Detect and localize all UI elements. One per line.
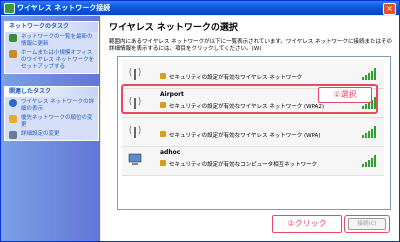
setup-wireless-network-link[interactable]: ホームまたは小規模オフィスのワイヤレス ネットワークをセットアップする (7, 50, 96, 71)
network-item[interactable]: セキュリティの設定が有効なワイヤレス ネットワーク (WPA) (122, 118, 384, 147)
wireless-antenna-icon (129, 125, 141, 138)
network-icon (4, 3, 15, 14)
connect-button[interactable]: 接続(C) (348, 218, 386, 230)
signal-strength-icon (362, 155, 376, 167)
task-label: ワイヤレス ネットワークの詳細の表示 (21, 99, 95, 112)
network-tasks-title: ネットワークのタスク (5, 22, 98, 32)
window-title: ワイヤレス ネットワーク接続 (17, 4, 111, 12)
network-tasks-panel: ネットワークのタスク ネットワークの一覧を最新の情報に更新 ホームまたは小規模オ… (4, 21, 99, 74)
wireless-antenna-icon (129, 67, 141, 80)
network-item-adhoc[interactable]: adhoc セキュリティの設定が有効なコンピュータ相互ネットワーク (122, 147, 384, 176)
related-tasks-title: 関連したタスク (5, 87, 98, 97)
show-wireless-details-link[interactable]: ワイヤレス ネットワークの詳細の表示 (7, 99, 96, 113)
star-icon (9, 115, 17, 123)
related-tasks-panel: 関連したタスク ワイヤレス ネットワークの詳細の表示 優先ネットワークの順位の変… (4, 86, 99, 141)
task-label: ネットワークの一覧を最新の情報に更新 (21, 34, 93, 47)
computer-icon (128, 153, 142, 165)
network-list[interactable]: セキュリティの設定が有効なワイヤレス ネットワーク Airport セキュリティ… (117, 56, 391, 210)
page-title: ワイヤレス ネットワークの選択 (109, 23, 238, 33)
click-annotation: ②クリック (272, 215, 342, 233)
connect-button-highlight: 接続(C) (344, 215, 390, 233)
select-annotation: ①選択 (318, 87, 372, 103)
network-security: セキュリティの設定が有効なコンピュータ相互ネットワーク (169, 162, 318, 168)
sidebar: ネットワークのタスク ネットワークの一覧を最新の情報に更新 ホームまたは小規模オ… (1, 16, 100, 241)
page-description: 範囲内にあるワイヤレス ネットワークが以下に一覧表示されています。ワイヤレス ネ… (109, 39, 392, 52)
network-name: adhoc (160, 149, 181, 156)
network-security: セキュリティの設定が有効なワイヤレス ネットワーク (169, 75, 303, 81)
task-label: 詳細設定の変更 (21, 131, 60, 137)
change-advanced-settings-link[interactable]: 詳細設定の変更 (7, 131, 96, 139)
lock-icon (160, 160, 166, 166)
change-preferred-order-link[interactable]: 優先ネットワークの順位の変更 (7, 115, 96, 129)
task-label: 優先ネットワークの順位の変更 (21, 115, 93, 128)
settings-icon (9, 131, 17, 139)
network-security: セキュリティの設定が有効なワイヤレス ネットワーク (WPA) (169, 133, 321, 139)
home-network-icon (9, 50, 17, 58)
task-label: ホームまたは小規模オフィスのワイヤレス ネットワークをセットアップする (21, 50, 95, 70)
signal-strength-icon (362, 126, 376, 138)
refresh-icon (9, 34, 17, 42)
lock-icon (160, 131, 166, 137)
signal-strength-icon (362, 68, 376, 80)
info-icon (9, 99, 17, 107)
title-bar[interactable]: ワイヤレス ネットワーク接続 × (1, 1, 399, 15)
close-icon[interactable]: × (383, 3, 396, 15)
refresh-network-list-link[interactable]: ネットワークの一覧を最新の情報に更新 (7, 34, 96, 48)
lock-icon (160, 73, 166, 79)
